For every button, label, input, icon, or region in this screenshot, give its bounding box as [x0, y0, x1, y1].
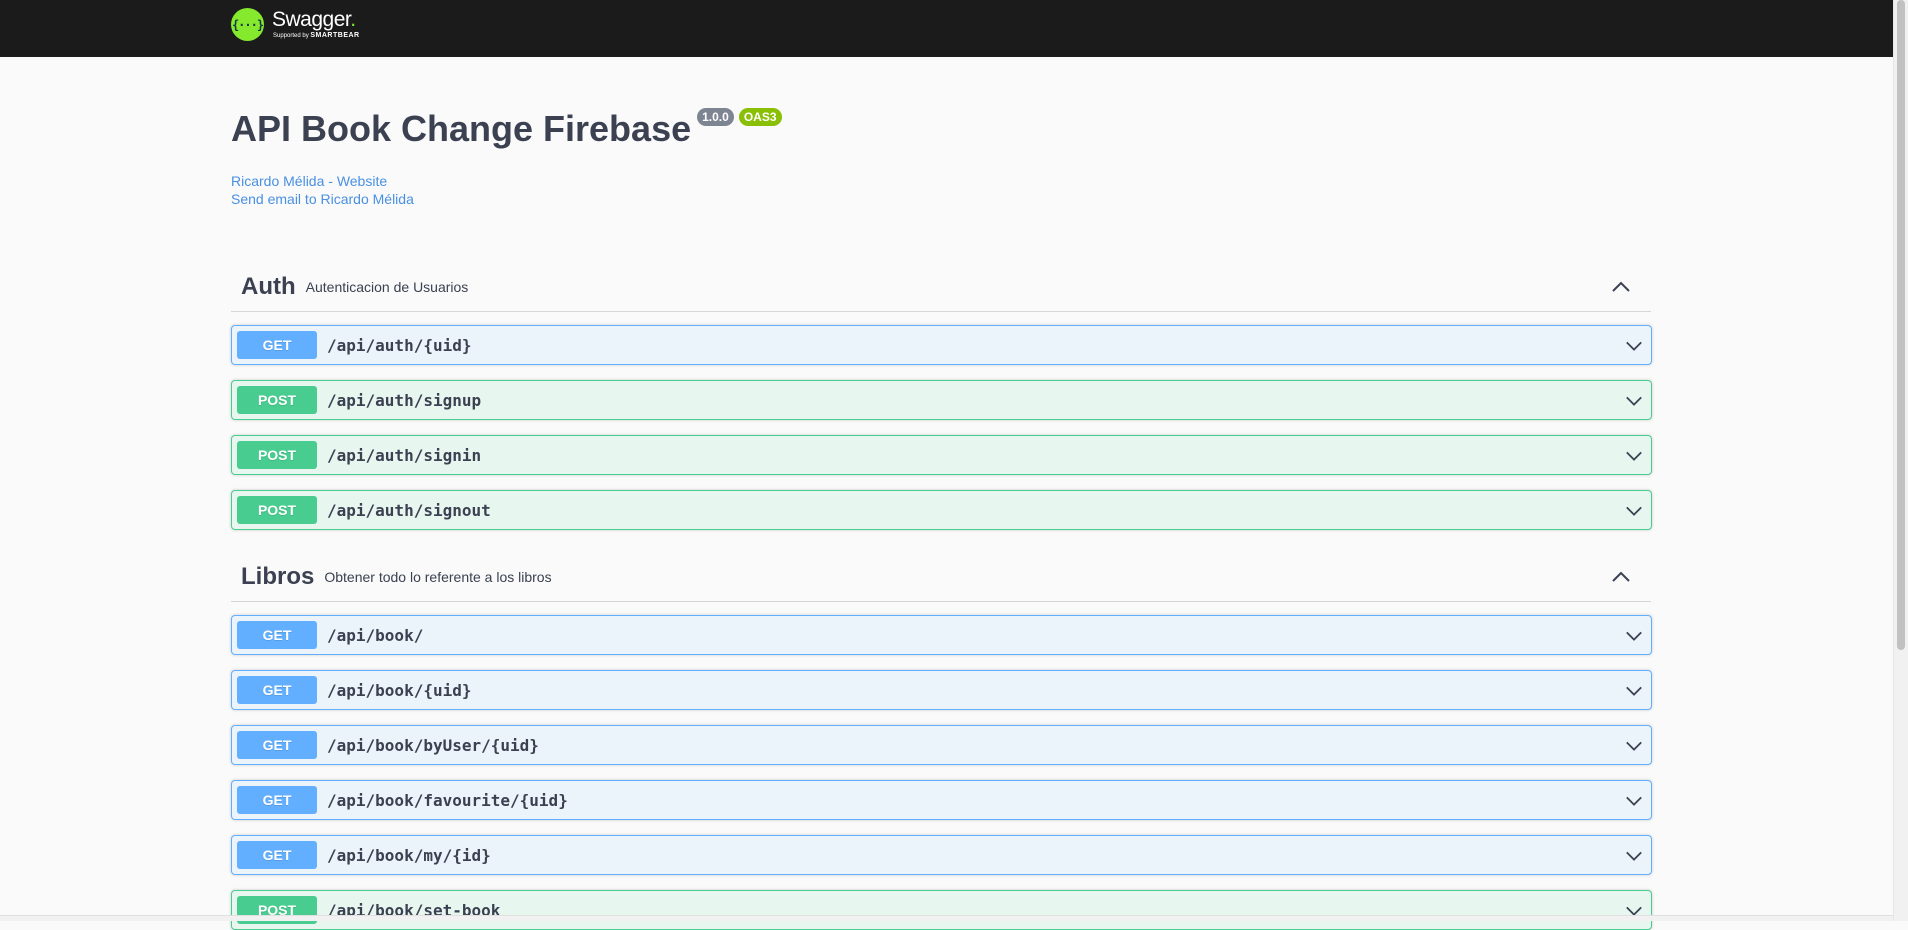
chevron-down-icon[interactable] [1625, 682, 1643, 700]
logo-name: Swagger. [272, 8, 356, 31]
section-header-auth[interactable]: Auth Autenticacion de Usuarios [231, 263, 1651, 312]
page-title: API Book Change Firebase [231, 108, 692, 149]
topbar: {···} Swagger. Supported by SMARTBEAR [0, 0, 1893, 57]
section-name: Libros [241, 563, 315, 590]
operation-post-auth-signup[interactable]: POST /api/auth/signup [231, 380, 1652, 420]
chevron-down-icon[interactable] [1625, 337, 1643, 355]
api-info: API Book Change Firebase 1.0.0 OAS3 Rica… [231, 104, 782, 208]
chevron-down-icon[interactable] [1625, 737, 1643, 755]
operation-get-book-byuser[interactable]: GET /api/book/byUser/{uid} [231, 725, 1652, 765]
logo-text: Swagger. Supported by SMARTBEAR [272, 8, 360, 40]
title-row: API Book Change Firebase 1.0.0 OAS3 [231, 104, 782, 154]
operation-get-book[interactable]: GET /api/book/ [231, 615, 1652, 655]
contact-email-link[interactable]: Send email to Ricardo Mélida [231, 190, 782, 208]
section-description: Autenticacion de Usuarios [305, 279, 469, 295]
section-name: Auth [241, 273, 296, 300]
operation-path: /api/auth/signout [327, 500, 491, 520]
operation-post-book-set-book[interactable]: POST /api/book/set-book [231, 890, 1652, 930]
operation-path: /api/book/my/{id} [327, 845, 491, 865]
operation-path: /api/book/favourite/{uid} [327, 790, 568, 810]
logo-subtitle: Supported by SMARTBEAR [273, 32, 360, 39]
section-header-libros[interactable]: Libros Obtener todo lo referente a los l… [231, 553, 1651, 602]
swagger-logo-icon: {···} [231, 8, 264, 41]
operation-path: /api/auth/signup [327, 390, 482, 410]
vertical-scrollbar[interactable] [1893, 0, 1908, 921]
chevron-down-icon[interactable] [1625, 847, 1643, 865]
chevron-down-icon[interactable] [1625, 627, 1643, 645]
contact-links: Ricardo Mélida - Website Send email to R… [231, 172, 782, 208]
operation-path: /api/auth/signin [327, 445, 482, 465]
contact-website-link[interactable]: Ricardo Mélida - Website [231, 172, 782, 190]
operation-path: /api/book/{uid} [327, 680, 472, 700]
chevron-down-icon[interactable] [1625, 392, 1643, 410]
method-badge: POST [237, 441, 317, 469]
method-badge: GET [237, 621, 317, 649]
chevron-up-icon[interactable] [1611, 567, 1631, 587]
operation-get-auth-uid[interactable]: GET /api/auth/{uid} [231, 325, 1652, 365]
chevron-down-icon[interactable] [1625, 502, 1643, 520]
section-description: Obtener todo lo referente a los libros [324, 569, 552, 585]
swagger-logo[interactable]: {···} Swagger. Supported by SMARTBEAR [231, 8, 360, 48]
operation-path: /api/auth/{uid} [327, 335, 472, 355]
operation-get-book-uid[interactable]: GET /api/book/{uid} [231, 670, 1652, 710]
operation-path: /api/book/byUser/{uid} [327, 735, 539, 755]
version-badge: 1.0.0 [697, 108, 734, 126]
method-badge: GET [237, 331, 317, 359]
operation-post-auth-signin[interactable]: POST /api/auth/signin [231, 435, 1652, 475]
chevron-down-icon[interactable] [1625, 792, 1643, 810]
chevron-up-icon[interactable] [1611, 277, 1631, 297]
method-badge: GET [237, 841, 317, 869]
method-badge: POST [237, 496, 317, 524]
horizontal-scrollbar[interactable] [0, 915, 1893, 921]
chevron-down-icon[interactable] [1625, 447, 1643, 465]
method-badge: POST [237, 386, 317, 414]
oas-badge: OAS3 [738, 108, 782, 126]
operation-get-book-my[interactable]: GET /api/book/my/{id} [231, 835, 1652, 875]
operation-get-book-favourite[interactable]: GET /api/book/favourite/{uid} [231, 780, 1652, 820]
method-badge: GET [237, 731, 317, 759]
operation-path: /api/book/ [327, 625, 424, 645]
method-badge: GET [237, 786, 317, 814]
method-badge: GET [237, 676, 317, 704]
scrollbar-thumb[interactable] [1897, 0, 1905, 650]
operation-post-auth-signout[interactable]: POST /api/auth/signout [231, 490, 1652, 530]
